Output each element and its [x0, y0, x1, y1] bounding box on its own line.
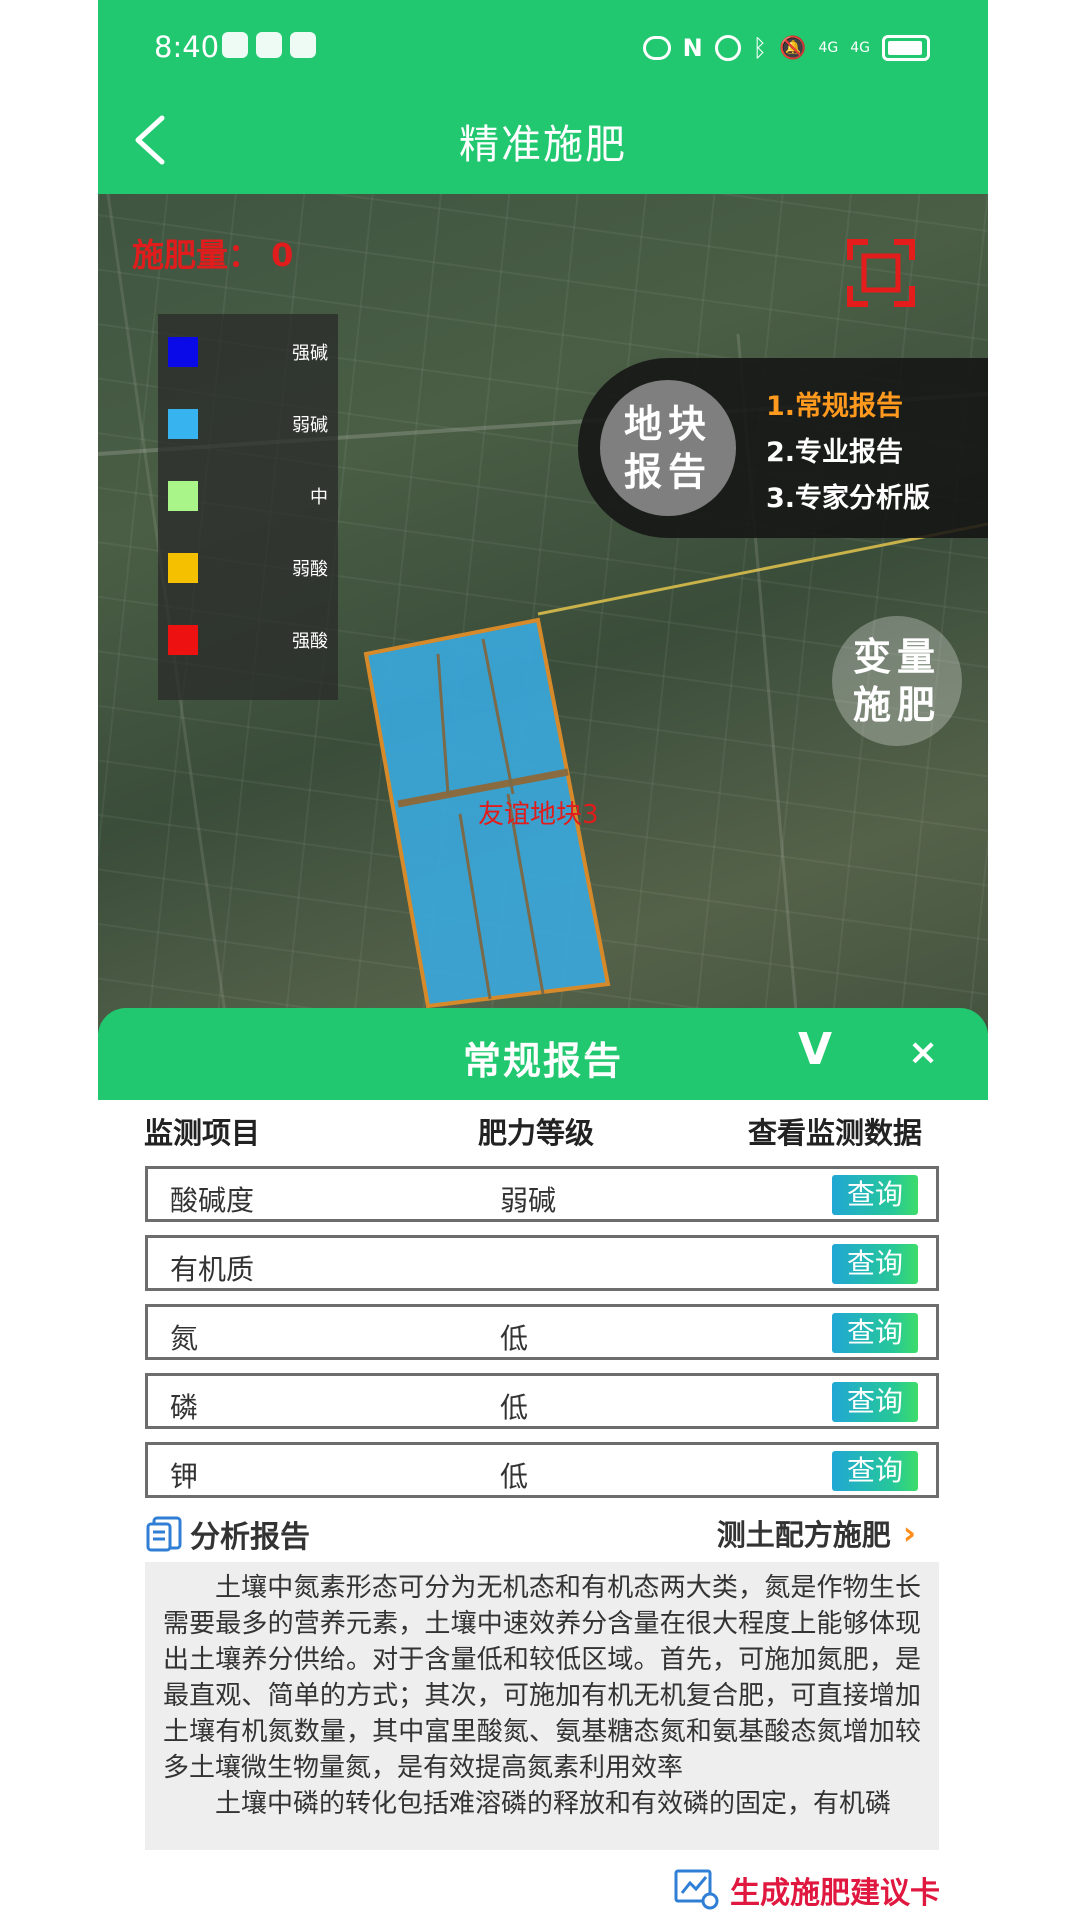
plot-report-line1: 地块: [623, 402, 712, 446]
option-expert-analysis[interactable]: 3.专家分析版: [766, 476, 930, 522]
legend-item: 中: [168, 480, 328, 512]
legend-label: 弱碱: [292, 415, 328, 436]
fertilizer-amount: 施肥量： 0: [132, 230, 293, 276]
signal-icon-2: 4G: [850, 40, 870, 56]
soil-testing-label: 测土配方施肥: [716, 1518, 891, 1552]
legend-label: 弱酸: [292, 559, 328, 580]
table-row: 有机质 查询: [145, 1235, 939, 1291]
legend-label: 中: [310, 487, 328, 508]
fertilizer-amount-label: 施肥量：: [132, 236, 261, 274]
table-row: 氮 低 查询: [145, 1304, 939, 1360]
soil-testing-link[interactable]: 测土配方施肥 ›: [717, 1512, 916, 1554]
row-level: 弱碱: [500, 1184, 557, 1217]
analysis-report-title: 分析报告: [190, 1520, 310, 1555]
row-level: 低: [500, 1460, 529, 1493]
query-button[interactable]: 查询: [832, 1244, 918, 1284]
app-notification-icon: [222, 32, 248, 58]
query-button[interactable]: 查询: [832, 1451, 918, 1491]
row-level: 低: [500, 1391, 529, 1424]
row-level: 低: [500, 1322, 529, 1355]
plot-report-button[interactable]: 地块 报告: [600, 380, 736, 516]
option-professional-report[interactable]: 2.专业报告: [766, 430, 930, 476]
analysis-paragraph: 土壤中氮素形态可分为无机态和有机态两大类，氮是作物生长需要最多的营养元素，土壤中…: [163, 1573, 921, 1783]
fertilizer-amount-value: 0: [271, 236, 294, 274]
nfc-icon: N: [682, 34, 703, 62]
table-row: 磷 低 查询: [145, 1373, 939, 1429]
row-item-name: 酸碱度: [170, 1184, 255, 1217]
query-button[interactable]: 查询: [832, 1175, 918, 1215]
analysis-paragraph: 土壤中磷的转化包括难溶磷的释放和有效磷的固定，有机磷: [215, 1789, 892, 1819]
bluetooth-icon: ᛒ: [752, 34, 768, 62]
phone-screen: 8:40 N ᛒ 🔕 4G 4G 精准施肥 施肥量： 0 强碱 弱碱 中 弱酸 …: [98, 0, 988, 1920]
legend-swatch: [168, 409, 198, 439]
option-regular-report[interactable]: 1.常规报告: [766, 384, 930, 430]
status-time: 8:40: [154, 30, 220, 64]
legend-item: 弱碱: [168, 408, 328, 440]
column-header-view-data: 查看监测数据: [748, 1116, 923, 1150]
satellite-map[interactable]: 施肥量： 0 强碱 弱碱 中 弱酸 强酸 地块 报告 1.常规报告 2.专业报告…: [98, 194, 988, 1034]
query-button[interactable]: 查询: [832, 1382, 918, 1422]
app-bar: 8:40 N ᛒ 🔕 4G 4G 精准施肥: [98, 0, 988, 194]
legend-swatch: [168, 625, 198, 655]
table-row: 酸碱度 弱碱 查询: [145, 1166, 939, 1222]
fullscreen-icon[interactable]: [846, 238, 916, 308]
legend-swatch: [168, 553, 198, 583]
legend-item: 弱酸: [168, 552, 328, 584]
ph-legend: 强碱 弱碱 中 弱酸 强酸: [158, 314, 338, 700]
chevron-right-icon: ›: [902, 1514, 916, 1552]
row-item-name: 有机质: [170, 1253, 255, 1286]
variable-fert-line1: 变量: [852, 635, 941, 679]
table-row: 钾 低 查询: [145, 1442, 939, 1498]
browser-notification-icon: [290, 32, 316, 58]
legend-label: 强酸: [292, 631, 328, 652]
column-header-level: 肥力等级: [478, 1116, 595, 1150]
row-item-name: 氮: [170, 1322, 199, 1355]
status-icons: N ᛒ 🔕 4G 4G: [642, 34, 930, 62]
report-options: 1.常规报告 2.专业报告 3.专家分析版: [766, 384, 930, 522]
battery-icon: [882, 35, 930, 61]
plot-report-line2: 报告: [623, 450, 712, 494]
row-item-name: 钾: [170, 1460, 199, 1493]
legend-swatch: [168, 337, 198, 367]
generate-card-label: 生成施肥建议卡: [730, 1876, 940, 1911]
field-name-label: 友谊地块3: [478, 800, 599, 830]
variable-fertilization-button[interactable]: 变量 施肥: [832, 616, 962, 746]
plot-report-panel: 地块 报告 1.常规报告 2.专业报告 3.专家分析版: [578, 358, 988, 538]
generate-suggestion-card-button[interactable]: 生成施肥建议卡: [674, 1868, 940, 1912]
mute-icon: 🔕: [779, 35, 807, 61]
analysis-report-header: 分析报告: [146, 1512, 310, 1556]
report-sheet-header: 常规报告 V ×: [98, 1008, 988, 1100]
eye-icon: [642, 36, 671, 60]
legend-item: 强酸: [168, 624, 328, 656]
gift-notification-icon: [256, 32, 282, 58]
notification-icons: [222, 32, 316, 58]
row-item-name: 磷: [170, 1391, 199, 1424]
document-icon: [146, 1516, 182, 1552]
close-button[interactable]: ×: [908, 1032, 938, 1073]
chart-gear-icon: [674, 1869, 719, 1910]
page-title: 精准施肥: [459, 122, 627, 168]
legend-item: 强碱: [168, 336, 328, 368]
analysis-text[interactable]: 土壤中氮素形态可分为无机态和有机态两大类，氮是作物生长需要最多的营养元素，土壤中…: [145, 1562, 939, 1850]
legend-label: 强碱: [292, 343, 328, 364]
collapse-button[interactable]: V: [798, 1024, 832, 1075]
query-button[interactable]: 查询: [832, 1313, 918, 1353]
variable-fert-line2: 施肥: [852, 683, 941, 727]
alarm-icon: [714, 35, 741, 61]
column-header-item: 监测项目: [144, 1116, 261, 1150]
signal-icon-1: 4G: [818, 40, 839, 56]
report-title: 常规报告: [462, 1039, 623, 1083]
legend-swatch: [168, 481, 198, 511]
